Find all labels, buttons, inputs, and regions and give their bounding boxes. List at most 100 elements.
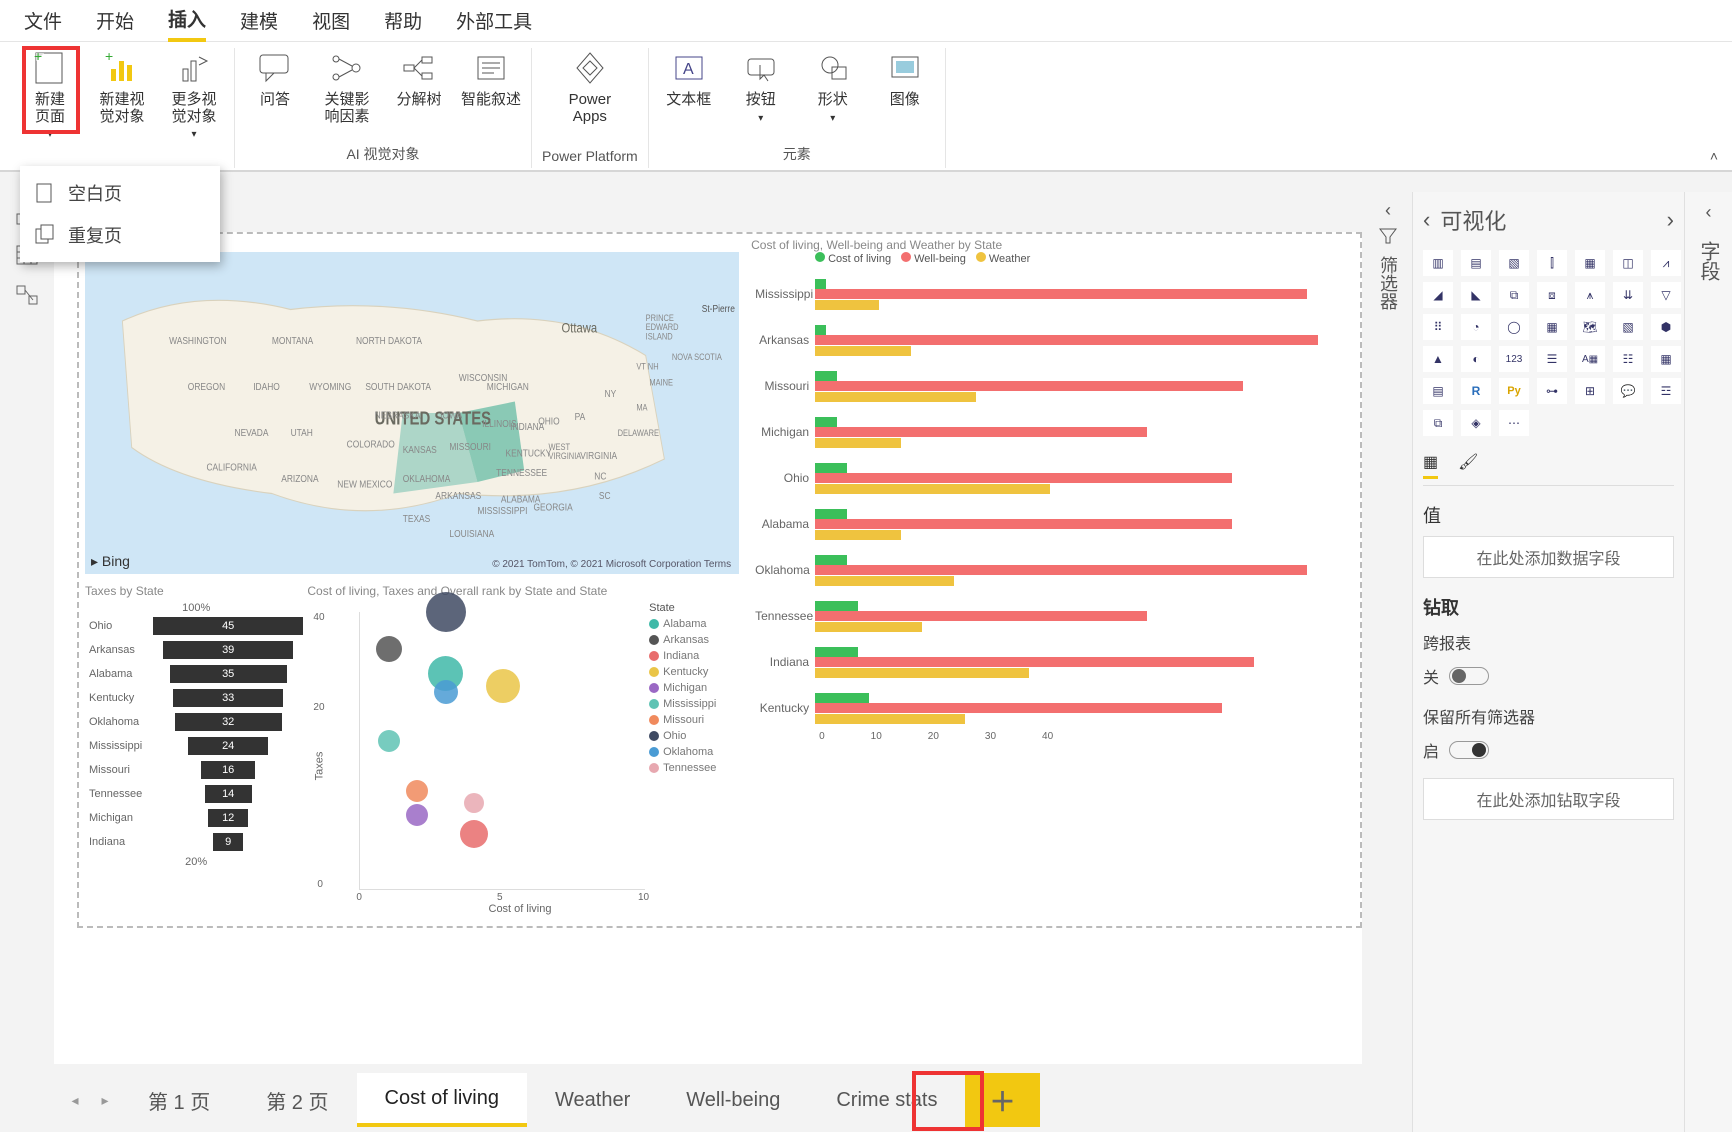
menu-model[interactable]: 建模 [240, 1, 278, 40]
smart-narrative-icon[interactable]: ☲ [1651, 378, 1681, 404]
page-tab-2[interactable]: 第 2 页 [238, 1073, 356, 1127]
new-visual-button[interactable]: + 新建视 觉对象 [92, 48, 152, 125]
line-stacked-icon[interactable]: ⧈ [1537, 282, 1567, 308]
image-button[interactable]: 图像 [875, 48, 935, 109]
ribbon-collapse-icon[interactable]: ˄ [1710, 148, 1718, 164]
drill-placeholder[interactable]: 在此处添加钻取字段 [1423, 778, 1674, 820]
more-visuals-button[interactable]: 更多视 觉对象 ▾ [164, 48, 224, 140]
keep-filters-toggle[interactable]: 保留所有筛选器 [1423, 704, 1674, 728]
scatter-chart-icon[interactable]: ⠿ [1423, 314, 1453, 340]
pie-chart-icon[interactable]: ◔ [1461, 314, 1491, 340]
funnel-chart-icon[interactable]: ▽ [1651, 282, 1681, 308]
key-influencers-button[interactable]: 关键影 响因素 [317, 48, 377, 125]
format-tab-icon[interactable]: 🖌 [1458, 452, 1478, 479]
shapes-icon [813, 48, 853, 88]
menu-external[interactable]: 外部工具 [456, 1, 532, 40]
fields-pane-collapsed[interactable]: ‹ 字段 [1684, 192, 1732, 1132]
buttons-button[interactable]: 按钮▾ [731, 48, 791, 124]
collapse-chevron-icon[interactable]: ‹ [1385, 200, 1391, 221]
blank-page-option[interactable]: 空白页 [20, 172, 220, 214]
donut-chart-icon[interactable]: ◯ [1499, 314, 1529, 340]
textbox-button[interactable]: A文本框 [659, 48, 719, 109]
svg-text:COLORADO: COLORADO [347, 438, 395, 450]
page-tab-crime-stats[interactable]: Crime stats [808, 1073, 965, 1127]
page-tab-weather[interactable]: Weather [527, 1073, 658, 1127]
cross-report-toggle[interactable]: 跨报表 [1423, 630, 1674, 654]
clustered-column-icon[interactable]: ⫿ [1537, 250, 1567, 276]
decomposition-tree-button[interactable]: 分解树 [389, 48, 449, 109]
ribbon-chart-icon[interactable]: ⩚ [1575, 282, 1605, 308]
stacked-column-icon[interactable]: ▤ [1461, 250, 1491, 276]
menu-help[interactable]: 帮助 [384, 1, 422, 40]
azure-map-icon[interactable]: ▲ [1423, 346, 1453, 372]
stacked-bar-icon[interactable]: ▥ [1423, 250, 1453, 276]
r-visual-icon[interactable]: R [1461, 378, 1491, 404]
100-stacked-column-icon[interactable]: ◫ [1613, 250, 1643, 276]
toggle-switch-off[interactable] [1449, 667, 1489, 685]
fields-tab-icon[interactable]: ▦ [1423, 452, 1438, 479]
values-placeholder[interactable]: 在此处添加数据字段 [1423, 536, 1674, 578]
gauge-icon[interactable]: ◐ [1461, 346, 1491, 372]
slicer-icon[interactable]: ☷ [1613, 346, 1643, 372]
add-page-tab[interactable]: ＋ [965, 1073, 1039, 1127]
map-visual[interactable]: Cost of living by State UNITED STATES Ot… [79, 234, 745, 580]
scatter-visual[interactable]: Cost of living, Taxes and Overall rank b… [307, 584, 739, 922]
svg-text:MONTANA: MONTANA [272, 334, 314, 346]
py-visual-icon[interactable]: Py [1499, 378, 1529, 404]
duplicate-page-option[interactable]: 重复页 [20, 214, 220, 256]
paginated-report-icon[interactable]: ⧉ [1423, 410, 1453, 436]
100-stacked-bar-icon[interactable]: ▦ [1575, 250, 1605, 276]
map-icon[interactable]: 🗺 [1575, 314, 1605, 340]
multirow-card-icon[interactable]: ☰ [1537, 346, 1567, 372]
report-canvas[interactable]: Cost of living by State UNITED STATES Ot… [77, 232, 1362, 928]
power-apps-button[interactable]: Power Apps [560, 48, 620, 125]
qna-visual-icon[interactable]: 💬 [1613, 378, 1643, 404]
kpi-icon[interactable]: A▦ [1575, 346, 1605, 372]
get-more-icon[interactable]: ⋯ [1499, 410, 1529, 436]
svg-text:MAINE: MAINE [649, 377, 673, 388]
stacked-area-icon[interactable]: ◣ [1461, 282, 1491, 308]
funnel-area: 100% Ohio45Arkansas39Alabama35Kentucky33… [89, 602, 303, 918]
area-chart-icon[interactable]: ◢ [1423, 282, 1453, 308]
page-tab-cost-of-living[interactable]: Cost of living [357, 1073, 528, 1127]
menu-insert[interactable]: 插入 [168, 0, 206, 42]
svg-text:NEW MEXICO: NEW MEXICO [337, 478, 392, 490]
powerapps-visual-icon[interactable]: ◈ [1461, 410, 1491, 436]
filters-label: 筛选器 [1375, 256, 1401, 310]
line-chart-icon[interactable]: ⩘ [1651, 250, 1681, 276]
bar-chart-visual[interactable]: Cost of living, Well-being and Weather b… [745, 234, 1360, 926]
svg-text:MICHIGAN: MICHIGAN [487, 380, 529, 392]
tab-nav-right[interactable]: ▸ [90, 1092, 120, 1109]
qna-button[interactable]: 问答 [245, 48, 305, 109]
shape-map-icon[interactable]: ⬢ [1651, 314, 1681, 340]
treemap-icon[interactable]: ▦ [1537, 314, 1567, 340]
tab-nav-left[interactable]: ◂ [60, 1092, 90, 1109]
waterfall-icon[interactable]: ⇊ [1613, 282, 1643, 308]
card-icon[interactable]: 123 [1499, 346, 1529, 372]
table-icon[interactable]: ▦ [1651, 346, 1681, 372]
clustered-bar-icon[interactable]: ▧ [1499, 250, 1529, 276]
filters-pane-collapsed[interactable]: ‹ 筛选器 [1364, 200, 1412, 310]
svg-text:NY: NY [605, 387, 617, 399]
page-tab-1[interactable]: 第 1 页 [120, 1073, 238, 1127]
menu-view[interactable]: 视图 [312, 1, 350, 40]
collapse-chevron-icon[interactable]: ‹ [1706, 202, 1712, 223]
new-page-button[interactable]: + 新建 页面 ▾ [20, 48, 80, 140]
matrix-icon[interactable]: ▤ [1423, 378, 1453, 404]
line-clustered-icon[interactable]: ⧉ [1499, 282, 1529, 308]
funnel-visual[interactable]: Taxes by State 100% Ohio45Arkansas39Alab… [85, 584, 307, 922]
toggle-switch-on[interactable] [1449, 741, 1489, 759]
page-tab-well-being[interactable]: Well-being [658, 1073, 808, 1127]
menu-file[interactable]: 文件 [24, 1, 62, 40]
smart-narrative-button[interactable]: 智能叙述 [461, 48, 521, 109]
key-influencers-icon[interactable]: ⊶ [1537, 378, 1567, 404]
model-view-button[interactable] [9, 280, 45, 310]
expand-chevron-icon[interactable]: › [1667, 207, 1674, 233]
new-page-dropdown: 空白页 重复页 [20, 166, 220, 262]
bing-logo: ▸ Bing [91, 553, 130, 570]
decomp-tree-icon[interactable]: ⊞ [1575, 378, 1605, 404]
collapse-chevron-icon[interactable]: ‹ [1423, 207, 1430, 233]
filled-map-icon[interactable]: ▧ [1613, 314, 1643, 340]
shapes-button[interactable]: 形状▾ [803, 48, 863, 124]
menu-home[interactable]: 开始 [96, 1, 134, 40]
